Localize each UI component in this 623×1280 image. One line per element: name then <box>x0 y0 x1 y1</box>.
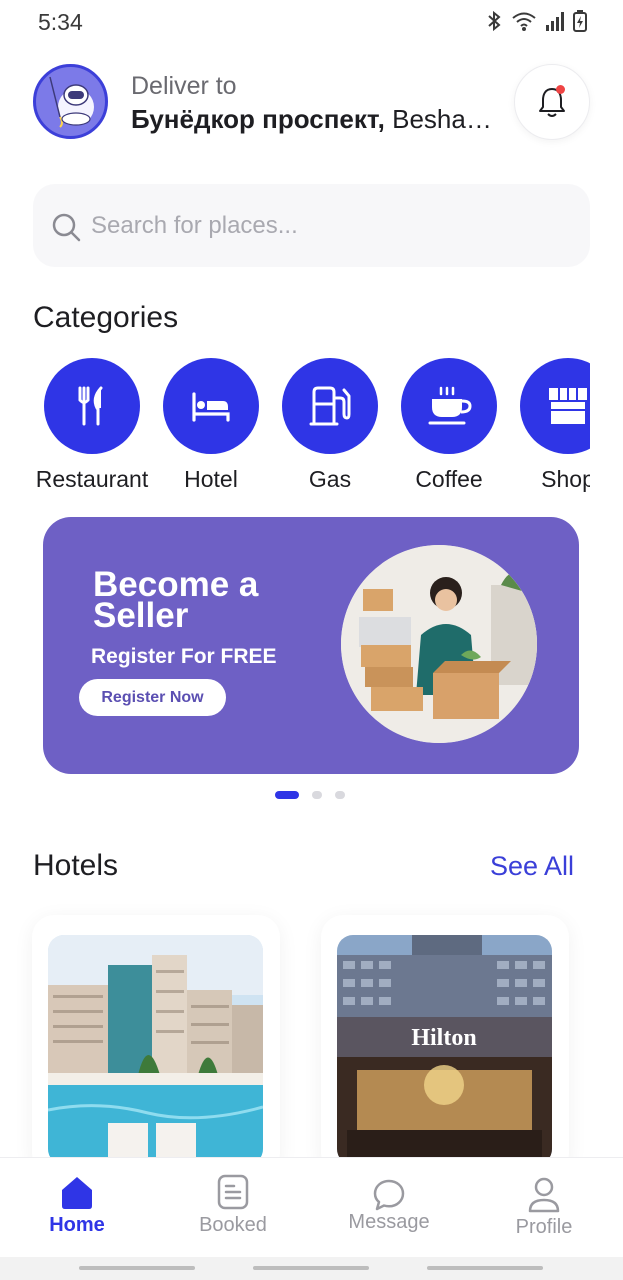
battery-icon <box>573 10 587 32</box>
promo-banner[interactable]: Become a Seller Register For FREE Regist… <box>43 517 579 774</box>
category-gas[interactable]: Gas <box>270 358 390 493</box>
carousel-dot[interactable] <box>335 791 345 799</box>
category-hotel[interactable]: Hotel <box>151 358 271 493</box>
resort-pool-photo <box>48 935 263 1165</box>
gesture-handle[interactable] <box>253 1266 369 1270</box>
status-icons <box>485 10 587 32</box>
carousel-dots <box>275 791 345 799</box>
nav-booked[interactable]: Booked <box>173 1158 293 1258</box>
category-coffee-circle <box>401 358 497 454</box>
user-icon <box>528 1177 560 1213</box>
system-gesture-bar <box>0 1257 623 1280</box>
astronaut-avatar-icon <box>49 76 94 128</box>
hotel-image: Hilton <box>337 935 552 1165</box>
notifications-button[interactable] <box>514 64 590 140</box>
bed-icon <box>192 392 230 422</box>
carousel-dot[interactable] <box>312 791 322 799</box>
booked-list-icon <box>217 1174 249 1210</box>
register-now-button[interactable]: Register Now <box>79 679 226 716</box>
store-icon <box>549 388 587 424</box>
chat-bubble-icon <box>373 1179 405 1211</box>
search-bar[interactable] <box>33 184 590 267</box>
category-gas-circle <box>282 358 378 454</box>
nav-label: Profile <box>515 1216 573 1238</box>
seller-photo-illustration <box>341 545 537 743</box>
category-label: Restaurant <box>35 466 149 492</box>
carousel-dot-active[interactable] <box>275 791 299 799</box>
delivery-address[interactable]: Бунёдкор проспект, Beshagach... <box>131 104 506 135</box>
hotel-image <box>48 935 263 1165</box>
coffee-cup-icon <box>428 386 472 425</box>
home-icon <box>62 1177 92 1209</box>
category-shop-circle <box>520 358 590 454</box>
see-all-hotels-link[interactable]: See All <box>490 851 574 882</box>
categories-title: Categories <box>33 301 179 334</box>
category-label: Coffee <box>415 466 483 492</box>
hotel-card[interactable] <box>32 915 280 1175</box>
banner-subtitle: Register For FREE <box>91 645 277 668</box>
nav-label: Home <box>49 1214 105 1236</box>
wifi-icon <box>512 12 536 31</box>
search-icon <box>52 213 81 242</box>
bottom-nav: Home Booked Message Profile <box>0 1157 623 1257</box>
header: Deliver to Бунёдкор проспект, Beshagach.… <box>0 60 623 146</box>
search-input[interactable] <box>91 184 571 267</box>
gas-pump-icon <box>309 386 351 426</box>
category-coffee[interactable]: Coffee <box>389 358 509 493</box>
categories-row: Restaurant Hotel Gas Coffee Shop <box>0 358 590 498</box>
category-hotel-circle <box>163 358 259 454</box>
status-time: 5:34 <box>38 9 83 35</box>
gesture-handle[interactable] <box>79 1266 195 1270</box>
category-restaurant[interactable]: Restaurant <box>32 358 152 493</box>
deliver-label: Deliver to <box>131 72 237 100</box>
status-bar: 5:34 <box>0 0 623 48</box>
utensils-icon <box>78 386 103 426</box>
hilton-sign: Hilton <box>411 1025 476 1051</box>
avatar[interactable] <box>33 64 108 139</box>
nav-profile[interactable]: Profile <box>484 1158 604 1258</box>
gesture-handle[interactable] <box>427 1266 543 1270</box>
category-label: Shop <box>541 466 590 492</box>
signal-icon <box>546 12 564 31</box>
bluetooth-icon <box>488 10 501 32</box>
category-label: Hotel <box>184 466 238 492</box>
hotel-card[interactable]: Hilton <box>321 915 569 1175</box>
seller-photo <box>341 545 537 743</box>
nav-label: Booked <box>199 1214 267 1236</box>
hotels-title: Hotels <box>33 849 119 882</box>
nav-message[interactable]: Message <box>329 1158 449 1258</box>
notification-dot <box>556 85 565 94</box>
banner-title: Become a Seller <box>93 565 259 635</box>
category-label: Gas <box>308 466 352 492</box>
hilton-facade-photo: Hilton <box>337 935 552 1165</box>
address-district: Beshagach... <box>392 104 506 134</box>
category-shop[interactable]: Shop <box>508 358 590 493</box>
category-restaurant-circle <box>44 358 140 454</box>
nav-label: Message <box>348 1211 430 1233</box>
nav-home[interactable]: Home <box>17 1158 137 1258</box>
address-street: Бунёдкор проспект, <box>131 104 385 134</box>
